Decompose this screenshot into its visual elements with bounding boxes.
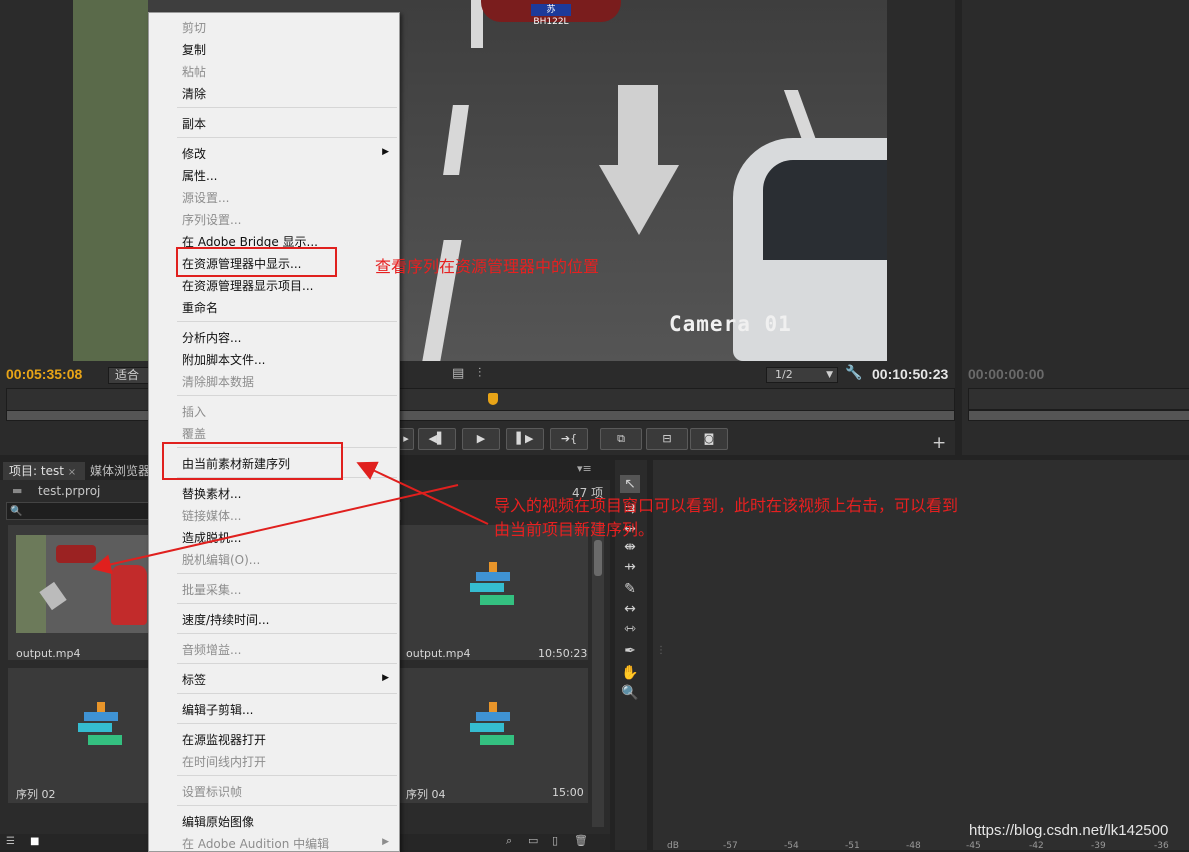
arrow-to-thumbnail: [91, 484, 459, 575]
annotation-arrows: [91, 461, 489, 575]
arrow-to-menu-item: [356, 461, 489, 525]
